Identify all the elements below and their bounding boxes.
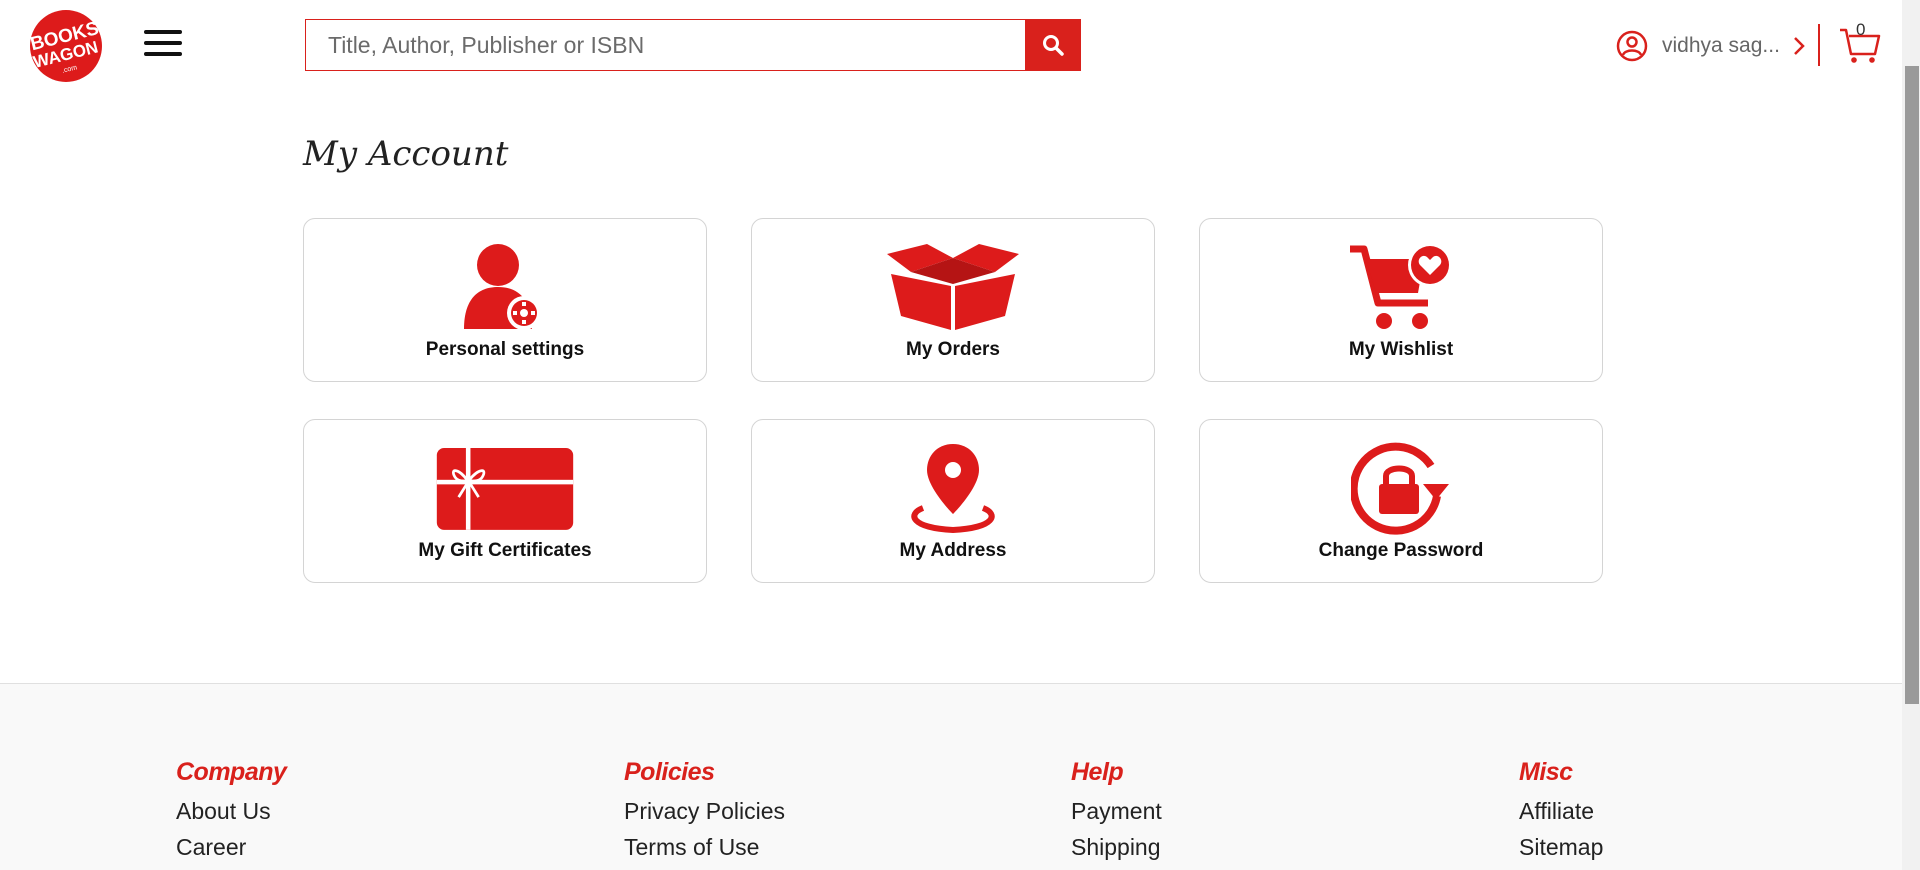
gift-card-icon: [436, 448, 574, 530]
search-icon: [1043, 35, 1064, 56]
footer-link-terms-of-use[interactable]: Terms of Use: [624, 829, 785, 865]
card-label: Change Password: [1318, 540, 1484, 561]
footer-heading: Misc: [1519, 758, 1573, 786]
footer-column-misc: Misc Affiliate Sitemap: [1519, 758, 1603, 865]
personal-settings-card[interactable]: Personal settings: [303, 218, 707, 382]
search-input[interactable]: [305, 19, 1025, 71]
my-orders-card[interactable]: My Orders: [751, 218, 1155, 382]
footer-link-shipping[interactable]: Shipping: [1071, 829, 1162, 865]
page-title: My Account: [303, 134, 509, 174]
footer-link-payment[interactable]: Payment: [1071, 793, 1162, 829]
footer-link-privacy-policies[interactable]: Privacy Policies: [624, 793, 785, 829]
scrollbar-thumb[interactable]: [1905, 66, 1919, 704]
page-scrollbar[interactable]: [1902, 0, 1920, 870]
cart-count: 0: [1856, 20, 1866, 39]
user-name: vidhya sag...: [1662, 34, 1780, 57]
menu-hamburger-icon[interactable]: [144, 30, 182, 58]
change-password-card[interactable]: Change Password: [1199, 419, 1603, 583]
card-label: My Gift Certificates: [418, 540, 592, 561]
cart-heart-icon: [1350, 243, 1452, 329]
search-button[interactable]: [1025, 19, 1081, 71]
footer-heading: Company: [176, 758, 287, 786]
footer-link-career[interactable]: Career: [176, 829, 286, 865]
my-gift-certificates-card[interactable]: My Gift Certificates: [303, 419, 707, 583]
search-bar: [305, 19, 1081, 71]
footer-link-sitemap[interactable]: Sitemap: [1519, 829, 1603, 865]
card-label: My Wishlist: [1348, 339, 1454, 360]
footer-column-help: Help Payment Shipping: [1071, 758, 1162, 865]
chevron-right-icon: [1794, 37, 1805, 55]
header-divider: [1818, 24, 1820, 66]
bookswagon-logo[interactable]: BOOKS WAGON .com: [22, 8, 110, 84]
footer-link-affiliate[interactable]: Affiliate: [1519, 793, 1603, 829]
my-address-card[interactable]: My Address: [751, 419, 1155, 583]
user-settings-icon: [464, 244, 541, 330]
footer-heading: Help: [1071, 758, 1124, 786]
footer-column-policies: Policies Privacy Policies Terms of Use: [624, 758, 785, 865]
my-wishlist-card[interactable]: My Wishlist: [1199, 218, 1603, 382]
card-label: My Address: [899, 540, 1007, 561]
footer-heading: Policies: [624, 758, 715, 786]
footer-column-company: Company About Us Career: [176, 758, 287, 865]
map-pin-icon: [911, 444, 995, 534]
site-header: BOOKS WAGON .com vidhya sag...: [0, 0, 1902, 92]
card-label: My Orders: [906, 339, 1000, 360]
card-label: Personal settings: [425, 339, 585, 360]
site-footer: Company About Us Career Policies Privacy…: [0, 683, 1902, 870]
lock-refresh-icon: [1351, 442, 1449, 535]
user-circle-icon: [1616, 30, 1648, 62]
open-box-icon: [887, 244, 1019, 330]
user-account-menu[interactable]: vidhya sag...: [1616, 24, 1806, 68]
cart-button[interactable]: 0: [1838, 20, 1882, 66]
footer-link-about-us[interactable]: About Us: [176, 793, 286, 829]
